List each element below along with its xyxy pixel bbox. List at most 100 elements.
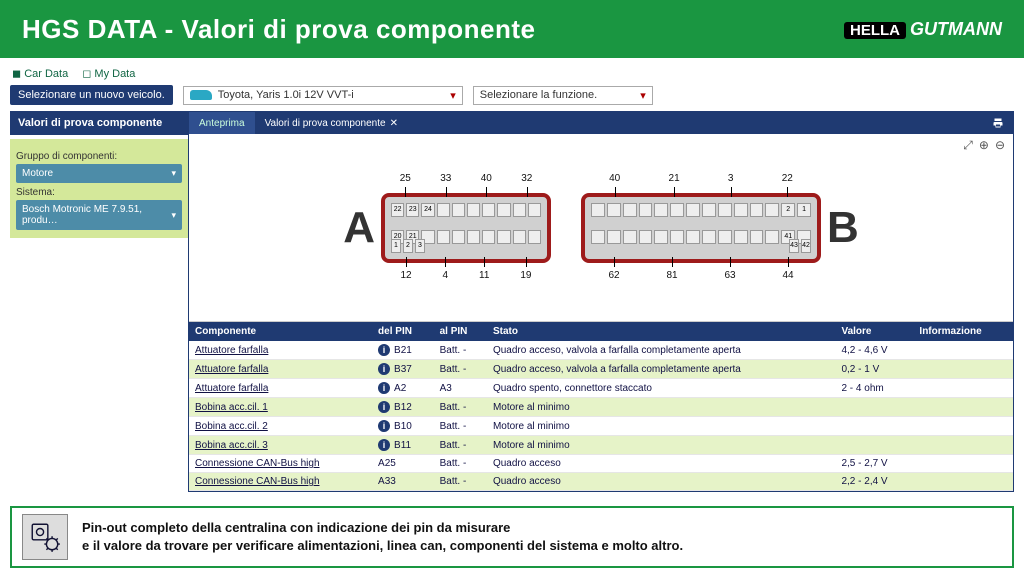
cell-info: [913, 379, 1013, 398]
cell-state: Motore al minimo: [487, 398, 836, 417]
group-label: Gruppo di componenti:: [16, 151, 182, 162]
table-row[interactable]: Connessione CAN-Bus high A25 Batt. - Qua…: [189, 455, 1013, 473]
side-panel: Valori di prova componente Gruppo di com…: [10, 111, 188, 492]
vehicle-select[interactable]: Toyota, Yaris 1.0i 12V VVT-i ▾: [183, 86, 463, 105]
table-row[interactable]: Bobina acc.cil. 2 iB10 Batt. - Motore al…: [189, 417, 1013, 436]
cell-state: Quadro acceso, valvola a farfalla comple…: [487, 341, 836, 360]
cell-from-pin: iB12: [372, 398, 434, 417]
expand-icon[interactable]: ⤢: [963, 138, 973, 153]
cell-state: Motore al minimo: [487, 436, 836, 455]
footer-banner: Pin-out completo della centralina con in…: [10, 506, 1014, 568]
test-values-table: Componente del PIN al PIN Stato Valore I…: [189, 322, 1013, 491]
page-title: HGS DATA - Valori di prova componente: [22, 14, 536, 45]
cell-state: Motore al minimo: [487, 417, 836, 436]
cell-state: Quadro spento, connettore staccato: [487, 379, 836, 398]
content-tabs: Anteprima Valori di prova componente ✕: [189, 112, 408, 134]
footer-text: Pin-out completo della centralina con in…: [82, 519, 683, 554]
cell-component: Bobina acc.cil. 2: [189, 417, 372, 436]
data-table-wrap[interactable]: Componente del PIN al PIN Stato Valore I…: [189, 321, 1013, 491]
cell-to-pin: Batt. -: [434, 473, 487, 491]
pin-row: 1 2 3: [391, 239, 425, 253]
cell-component: Attuatore farfalla: [189, 360, 372, 379]
th-info: Informazione: [913, 322, 1013, 341]
side-title: Valori di prova componente: [10, 111, 188, 135]
cell-to-pin: Batt. -: [434, 398, 487, 417]
zoom-in-icon[interactable]: ⊕: [979, 138, 989, 153]
nav-my-data[interactable]: ◻ My Data: [82, 67, 135, 80]
connector-a-top-callouts: 25 33 40 32: [385, 173, 547, 184]
info-icon[interactable]: i: [378, 363, 390, 375]
connector-a-letter: A: [343, 203, 375, 253]
brand-logo: HELLAGUTMANN: [844, 19, 1002, 40]
cell-to-pin: Batt. -: [434, 436, 487, 455]
cell-from-pin: iB10: [372, 417, 434, 436]
cell-info: [913, 436, 1013, 455]
cell-from-pin: iA2: [372, 379, 434, 398]
table-row[interactable]: Bobina acc.cil. 3 iB11 Batt. - Motore al…: [189, 436, 1013, 455]
table-row[interactable]: Connessione CAN-Bus high A33 Batt. - Qua…: [189, 473, 1013, 491]
cell-component: Attuatore farfalla: [189, 341, 372, 360]
cell-component: Attuatore farfalla: [189, 379, 372, 398]
cell-from-pin: iB21: [372, 341, 434, 360]
vehicle-bar: Selezionare un nuovo veicolo. Toyota, Ya…: [10, 83, 1014, 107]
app-shell: ◼ Car Data ◻ My Data Selezionare un nuov…: [0, 58, 1024, 500]
function-select[interactable]: Selezionare la funzione. ▾: [473, 86, 653, 105]
nav-tabs: ◼ Car Data ◻ My Data: [10, 64, 1014, 83]
connector-a-plug: 25 33 40 32 22 23 24 20: [381, 193, 551, 263]
nav-car-data[interactable]: ◼ Car Data: [12, 67, 68, 80]
cell-from-pin: A25: [372, 455, 434, 473]
pin-row: 22 23 24: [391, 203, 541, 226]
cell-component: Connessione CAN-Bus high: [189, 473, 372, 491]
connector-a: A 25 33 40 32 22 23 24: [343, 193, 551, 263]
table-row[interactable]: Bobina acc.cil. 1 iB12 Batt. - Motore al…: [189, 398, 1013, 417]
cell-component: Connessione CAN-Bus high: [189, 455, 372, 473]
th-value: Valore: [835, 322, 913, 341]
brand-prefix: HELLA: [844, 22, 906, 39]
cell-info: [913, 398, 1013, 417]
tab-preview[interactable]: Anteprima: [189, 112, 255, 134]
top-banner: HGS DATA - Valori di prova componente HE…: [0, 0, 1024, 58]
connector-b-plug: 40 21 3 22 2 1 41: [581, 193, 821, 263]
cell-to-pin: A3: [434, 379, 487, 398]
connector-diagram: ⤢ ⊕ ⊖ A 25 33 40 32 22: [189, 134, 1013, 321]
select-new-vehicle-button[interactable]: Selezionare un nuovo veicolo.: [10, 85, 173, 105]
car-icon: [190, 90, 212, 100]
system-dropdown[interactable]: Bosch Motronic ME 7.9.51, produ…▾: [16, 200, 182, 230]
print-icon[interactable]: [991, 117, 1005, 129]
footer-line1: Pin-out completo della centralina con in…: [82, 519, 683, 537]
table-row[interactable]: Attuatore farfalla iB37 Batt. - Quadro a…: [189, 360, 1013, 379]
cell-value: [835, 436, 913, 455]
th-state: Stato: [487, 322, 836, 341]
pin-row: 2 1: [591, 203, 811, 226]
connector-b-letter: B: [827, 203, 859, 253]
cell-info: [913, 417, 1013, 436]
content-header: Anteprima Valori di prova componente ✕: [189, 112, 1013, 134]
table-row[interactable]: Attuatore farfalla iB21 Batt. - Quadro a…: [189, 341, 1013, 360]
tab-test-values[interactable]: Valori di prova componente ✕: [255, 112, 408, 134]
info-icon[interactable]: i: [378, 401, 390, 413]
zoom-out-icon[interactable]: ⊖: [995, 138, 1005, 153]
close-icon[interactable]: ✕: [390, 118, 398, 129]
info-icon[interactable]: i: [378, 439, 390, 451]
cell-value: 0,2 - 1 V: [835, 360, 913, 379]
pin-row: 41: [591, 230, 811, 253]
group-dropdown[interactable]: Motore▾: [16, 164, 182, 183]
footer-line2: e il valore da trovare per verificare al…: [82, 537, 683, 555]
cell-to-pin: Batt. -: [434, 455, 487, 473]
info-icon[interactable]: i: [378, 382, 390, 394]
chevron-down-icon: ▾: [171, 168, 176, 179]
cell-value: 4,2 - 4,6 V: [835, 341, 913, 360]
cell-value: 2,5 - 2,7 V: [835, 455, 913, 473]
table-row[interactable]: Attuatore farfalla iA2 A3 Quadro spento,…: [189, 379, 1013, 398]
info-icon[interactable]: i: [378, 420, 390, 432]
connector-a-bottom-callouts: 12 4 11 19: [385, 270, 547, 281]
cell-from-pin: A33: [372, 473, 434, 491]
info-icon[interactable]: i: [378, 344, 390, 356]
th-to-pin: al PIN: [434, 322, 487, 341]
cell-info: [913, 455, 1013, 473]
cell-to-pin: Batt. -: [434, 360, 487, 379]
chevron-down-icon: ▾: [640, 89, 646, 102]
cell-value: 2 - 4 ohm: [835, 379, 913, 398]
cell-component: Bobina acc.cil. 3: [189, 436, 372, 455]
cell-state: Quadro acceso: [487, 473, 836, 491]
